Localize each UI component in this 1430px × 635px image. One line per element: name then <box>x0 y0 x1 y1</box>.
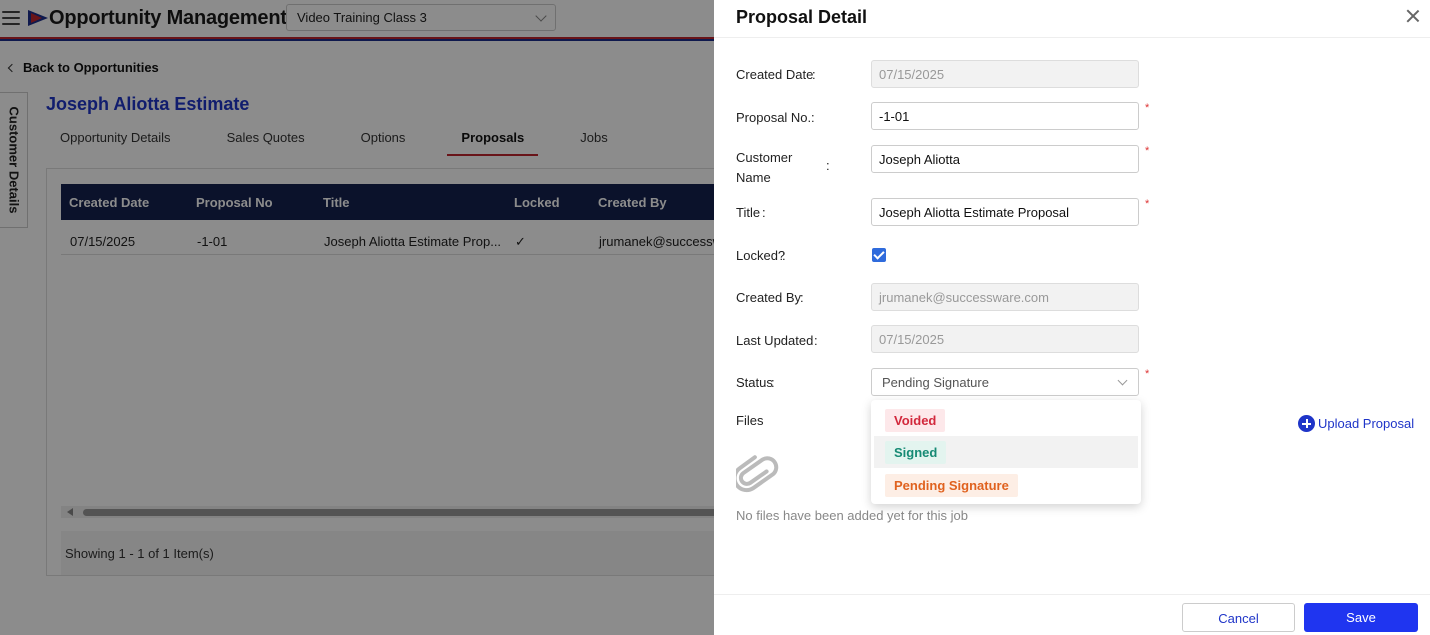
status-option-signed[interactable]: Signed <box>874 436 1138 468</box>
customer-name-field[interactable]: Joseph Aliotta <box>871 145 1139 173</box>
proposal-no-label: Proposal No. <box>736 110 812 125</box>
customer-name-label: Customer Name <box>736 150 793 185</box>
label-colon: : <box>800 290 804 305</box>
last-updated-label: Last Updated <box>736 333 814 348</box>
empty-files-message: No files have been added yet for this jo… <box>736 508 968 523</box>
status-select-value: Pending Signature <box>882 375 989 390</box>
drawer-title: Proposal Detail <box>736 7 868 27</box>
label-colon: : <box>811 110 815 125</box>
title-label: Title <box>736 205 761 220</box>
upload-proposal-label: Upload Proposal <box>1318 416 1415 431</box>
save-button[interactable]: Save <box>1304 603 1418 632</box>
status-badge: Signed <box>885 441 947 464</box>
plus-circle-icon <box>1298 415 1315 432</box>
created-by-label: Created By <box>736 290 802 305</box>
drawer-footer: Cancel Save <box>714 594 1430 635</box>
status-option-voided[interactable]: Voided <box>874 404 1138 436</box>
title-field[interactable]: Joseph Aliotta Estimate Proposal <box>871 198 1139 226</box>
label-colon: : <box>771 375 775 390</box>
status-badge: Voided <box>885 409 946 432</box>
upload-proposal-button[interactable]: Upload Proposal <box>1298 415 1414 432</box>
status-label: Status <box>736 375 773 390</box>
status-select[interactable]: Pending Signature <box>871 368 1139 396</box>
label-colon: : <box>814 333 818 348</box>
created-date-label: Created Date <box>736 67 814 82</box>
drawer-header: Proposal Detail <box>714 0 1430 38</box>
label-colon: : <box>782 248 786 263</box>
proposal-no-field[interactable]: -1-01 <box>871 102 1139 130</box>
label-colon: : <box>762 205 766 220</box>
paperclip-icon <box>736 455 779 493</box>
cancel-button[interactable]: Cancel <box>1182 603 1295 632</box>
required-marker: * <box>1145 102 1150 114</box>
close-icon[interactable] <box>1406 9 1420 23</box>
label-colon: : <box>812 67 816 82</box>
label-colon: : <box>826 158 830 173</box>
required-marker: * <box>1145 368 1150 380</box>
last-updated-field: 07/15/2025 <box>871 325 1139 353</box>
created-by-field: jrumanek@successware.com <box>871 283 1139 311</box>
proposal-detail-drawer: Proposal Detail Created Date : 07/15/202… <box>714 0 1430 635</box>
required-marker: * <box>1145 145 1150 157</box>
status-option-pending-signature[interactable]: Pending Signature <box>874 469 1138 501</box>
files-label: Files <box>736 413 764 428</box>
locked-checkbox[interactable] <box>872 248 886 262</box>
status-badge: Pending Signature <box>885 474 1018 497</box>
required-marker: * <box>1145 198 1150 210</box>
locked-label: Locked? <box>736 248 786 263</box>
status-dropdown: Voided Signed Pending Signature <box>871 400 1141 504</box>
created-date-field: 07/15/2025 <box>871 60 1139 88</box>
chevron-down-icon <box>1117 375 1128 386</box>
